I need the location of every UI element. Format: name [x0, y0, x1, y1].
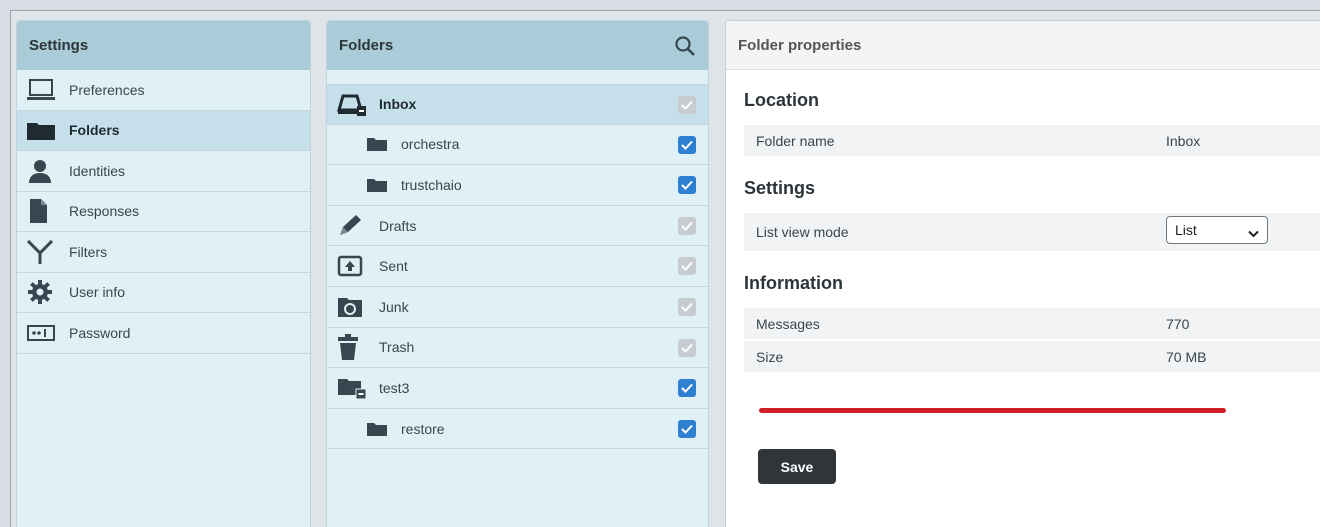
list-view-label: List view mode: [756, 224, 849, 240]
document-icon: [27, 199, 57, 224]
folder-label: restore: [401, 420, 445, 437]
list-view-select[interactable]: List: [1166, 216, 1268, 244]
gear-icon: [27, 280, 57, 305]
folders-panel: Folders Inbox orchestra trustchaio Draft…: [326, 20, 709, 527]
sidebar-item-user-info[interactable]: User info: [17, 273, 310, 313]
sidebar-item-label: Password: [69, 324, 131, 341]
size-value: 70 MB: [1166, 348, 1207, 365]
password-icon: [27, 321, 57, 345]
settings-section-title: Settings: [744, 178, 816, 198]
subscribe-checkbox: [678, 216, 696, 235]
folder-row-junk[interactable]: Junk: [327, 287, 708, 328]
folder-collapse-icon: [337, 376, 367, 400]
folder-name-label: Folder name: [756, 132, 835, 149]
folder-row-drafts[interactable]: Drafts: [327, 206, 708, 247]
folder-properties-header: Folder properties: [726, 21, 1320, 70]
information-title: Information: [744, 273, 843, 293]
folders-header: Folders: [327, 21, 708, 70]
folder-row-trustchaio[interactable]: trustchaio: [327, 165, 708, 206]
list-view-selected: List: [1175, 222, 1197, 238]
sidebar-item-folders[interactable]: Folders: [17, 110, 310, 151]
folder-icon: [367, 173, 391, 197]
sidebar-item-filters[interactable]: Filters: [17, 232, 310, 273]
sidebar-item-label: Preferences: [69, 81, 145, 98]
folder-label: trustchaio: [401, 176, 462, 193]
sent-icon: [337, 254, 367, 278]
sidebar-item-label: Identities: [69, 162, 126, 179]
subscribe-checkbox: [678, 297, 696, 316]
subscribe-checkbox: [678, 257, 696, 276]
folder-row-trash[interactable]: Trash: [327, 328, 708, 369]
folder-row-orchestra[interactable]: orchestra: [327, 125, 708, 166]
subscribe-checkbox[interactable]: [678, 176, 696, 195]
folder-row-restore[interactable]: restore: [327, 409, 708, 450]
folder-icon: [27, 118, 57, 142]
sidebar-item-label: Filters: [69, 243, 108, 260]
folder-label: Drafts: [379, 217, 417, 234]
list-view-row: List view mode List: [744, 213, 1320, 251]
sidebar-item-identities[interactable]: Identities: [17, 151, 310, 192]
messages-label: Messages: [756, 315, 820, 332]
size-row: Size 70 MB: [744, 341, 1320, 372]
laptop-icon: [27, 78, 57, 102]
subscribe-checkbox: [678, 96, 696, 114]
folder-row-inbox[interactable]: Inbox: [327, 84, 708, 125]
trash-icon: [337, 334, 367, 361]
folder-label: Sent: [379, 258, 408, 275]
folder-label: Trash: [379, 339, 415, 356]
folder-row-sent[interactable]: Sent: [327, 246, 708, 287]
sidebar-item-password[interactable]: Password: [17, 313, 310, 354]
subscribe-checkbox[interactable]: [678, 419, 696, 438]
sidebar-item-preferences[interactable]: Preferences: [17, 70, 310, 111]
inbox-icon: [337, 92, 367, 117]
junk-icon: [337, 295, 367, 319]
messages-value: 770: [1166, 315, 1190, 332]
folder-label: Inbox: [379, 96, 417, 113]
folders-title: Folders: [339, 37, 394, 54]
folder-name-value: Inbox: [1166, 132, 1201, 149]
chevron-down-icon: [1248, 225, 1259, 241]
folder-row-test3[interactable]: test3: [327, 368, 708, 409]
folder-label: test3: [379, 379, 410, 396]
settings-header: Settings: [17, 21, 310, 70]
folder-list: Inbox orchestra trustchaio Drafts Sent J…: [327, 84, 708, 450]
sidebar-item-responses[interactable]: Responses: [17, 192, 310, 232]
settings-panel: Settings Preferences Folders Identities …: [16, 20, 311, 527]
folder-label: orchestra: [401, 136, 460, 153]
folder-icon: [367, 417, 391, 441]
folder-label: Junk: [379, 298, 409, 315]
red-underline-annotation: [759, 408, 1226, 413]
folder-properties-body: Location Folder name Inbox Settings List…: [726, 90, 1320, 372]
folder-properties-panel: Folder properties Location Folder name I…: [725, 20, 1320, 527]
size-label: Size: [756, 348, 784, 365]
messages-row: Messages 770: [744, 308, 1320, 339]
subscribe-checkbox[interactable]: [678, 379, 696, 398]
location-title: Location: [744, 90, 819, 110]
folder-name-row: Folder name Inbox: [744, 125, 1320, 156]
user-icon: [27, 159, 57, 183]
sidebar-item-label: User info: [69, 284, 126, 301]
subscribe-checkbox: [678, 338, 696, 357]
folder-icon: [367, 132, 391, 156]
search-icon[interactable]: [674, 35, 696, 57]
pencil-icon: [337, 214, 367, 238]
subscribe-checkbox[interactable]: [678, 135, 696, 154]
sidebar-item-label: Folders: [69, 122, 120, 139]
save-button[interactable]: Save: [758, 449, 836, 484]
filter-icon: [27, 239, 57, 264]
sidebar-item-label: Responses: [69, 203, 140, 220]
